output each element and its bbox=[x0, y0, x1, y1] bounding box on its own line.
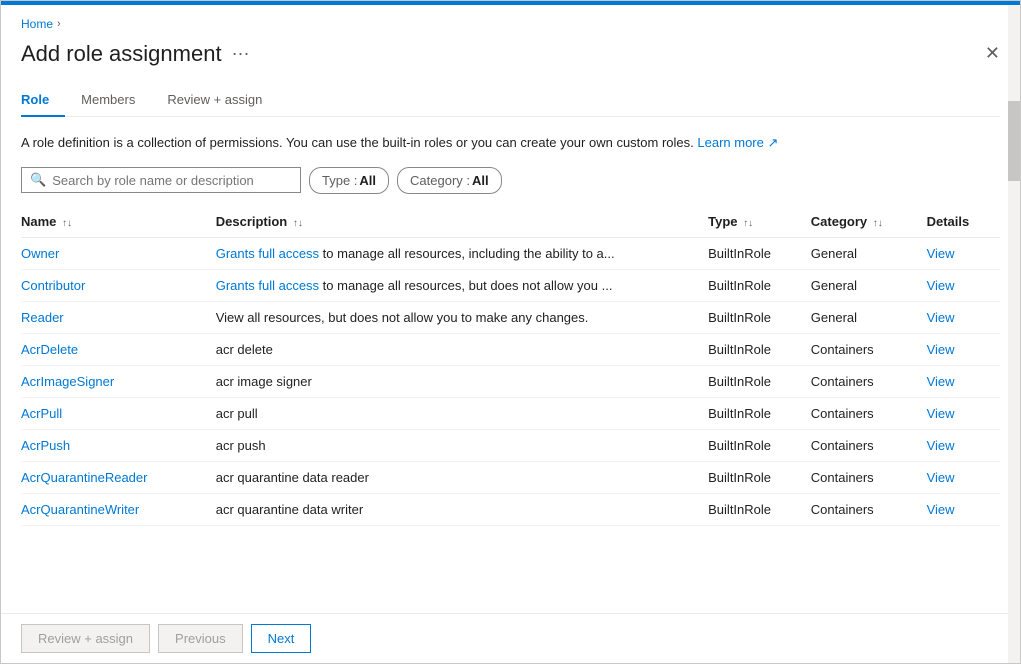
table-row: ReaderView all resources, but does not a… bbox=[21, 301, 1000, 333]
sort-cat-icon: ↑↓ bbox=[873, 218, 883, 229]
table-row: AcrImageSigneracr image signerBuiltInRol… bbox=[21, 365, 1000, 397]
tabs-container: Role Members Review + assign bbox=[21, 84, 1000, 117]
table-row: AcrPushacr pushBuiltInRoleContainersView bbox=[21, 429, 1000, 461]
filters-bar: 🔍 Type : All Category : All bbox=[21, 167, 1000, 194]
role-type: BuiltInRole bbox=[708, 397, 811, 429]
role-details[interactable]: View bbox=[927, 493, 1000, 525]
table-row: OwnerGrants full access to manage all re… bbox=[21, 237, 1000, 269]
role-description: Grants full access to manage all resourc… bbox=[216, 269, 708, 301]
table-row: AcrPullacr pullBuiltInRoleContainersView bbox=[21, 397, 1000, 429]
role-type: BuiltInRole bbox=[708, 237, 811, 269]
scrollbar-thumb[interactable] bbox=[1008, 101, 1020, 181]
col-header-type[interactable]: Type ↑↓ bbox=[708, 206, 811, 238]
role-category: General bbox=[811, 237, 927, 269]
role-description: acr quarantine data reader bbox=[216, 461, 708, 493]
role-name[interactable]: Contributor bbox=[21, 269, 216, 301]
vertical-scrollbar[interactable] bbox=[1008, 5, 1020, 663]
role-type: BuiltInRole bbox=[708, 365, 811, 397]
role-description: Grants full access to manage all resourc… bbox=[216, 237, 708, 269]
table-row: AcrQuarantineWriteracr quarantine data w… bbox=[21, 493, 1000, 525]
role-type: BuiltInRole bbox=[708, 333, 811, 365]
role-type: BuiltInRole bbox=[708, 461, 811, 493]
role-description: acr push bbox=[216, 429, 708, 461]
role-name[interactable]: AcrImageSigner bbox=[21, 365, 216, 397]
role-description: acr quarantine data writer bbox=[216, 493, 708, 525]
table-row: AcrQuarantineReaderacr quarantine data r… bbox=[21, 461, 1000, 493]
description-text: A role definition is a collection of per… bbox=[21, 133, 1000, 153]
role-description: acr pull bbox=[216, 397, 708, 429]
roles-table-container: Name ↑↓ Description ↑↓ Type ↑↓ Categor bbox=[21, 206, 1000, 614]
role-category: Containers bbox=[811, 493, 927, 525]
search-input[interactable] bbox=[52, 173, 292, 188]
previous-button[interactable]: Previous bbox=[158, 624, 243, 653]
role-details[interactable]: View bbox=[927, 269, 1000, 301]
footer: Review + assign Previous Next bbox=[1, 613, 1020, 663]
breadcrumb-home[interactable]: Home bbox=[21, 17, 53, 31]
sort-type-icon: ↑↓ bbox=[743, 218, 753, 229]
sort-name-icon: ↑↓ bbox=[62, 218, 72, 229]
role-details[interactable]: View bbox=[927, 237, 1000, 269]
table-header: Name ↑↓ Description ↑↓ Type ↑↓ Categor bbox=[21, 206, 1000, 238]
table-row: ContributorGrants full access to manage … bbox=[21, 269, 1000, 301]
role-name[interactable]: AcrPull bbox=[21, 397, 216, 429]
tab-members[interactable]: Members bbox=[65, 84, 151, 117]
role-details[interactable]: View bbox=[927, 429, 1000, 461]
role-category: General bbox=[811, 269, 927, 301]
role-name[interactable]: Owner bbox=[21, 237, 216, 269]
role-name[interactable]: AcrDelete bbox=[21, 333, 216, 365]
category-filter-button[interactable]: Category : All bbox=[397, 167, 502, 194]
role-description: acr image signer bbox=[216, 365, 708, 397]
more-options-icon[interactable]: ··· bbox=[232, 43, 250, 64]
role-name[interactable]: Reader bbox=[21, 301, 216, 333]
role-category: Containers bbox=[811, 365, 927, 397]
roles-table: Name ↑↓ Description ↑↓ Type ↑↓ Categor bbox=[21, 206, 1000, 526]
sort-desc-icon: ↑↓ bbox=[293, 218, 303, 229]
role-type: BuiltInRole bbox=[708, 301, 811, 333]
title-area: Add role assignment ··· bbox=[21, 41, 250, 67]
add-role-assignment-window: Home › Add role assignment ··· ✕ Role Me… bbox=[0, 0, 1021, 664]
type-filter-button[interactable]: Type : All bbox=[309, 167, 389, 194]
breadcrumb-chevron: › bbox=[57, 18, 61, 30]
col-header-description[interactable]: Description ↑↓ bbox=[216, 206, 708, 238]
role-category: Containers bbox=[811, 397, 927, 429]
tab-role[interactable]: Role bbox=[21, 84, 65, 117]
role-details[interactable]: View bbox=[927, 397, 1000, 429]
review-assign-button[interactable]: Review + assign bbox=[21, 624, 150, 653]
role-description: View all resources, but does not allow y… bbox=[216, 301, 708, 333]
role-name[interactable]: AcrQuarantineReader bbox=[21, 461, 216, 493]
main-content: A role definition is a collection of per… bbox=[1, 117, 1020, 613]
title-row: Add role assignment ··· ✕ bbox=[21, 39, 1000, 68]
table-row: AcrDeleteacr deleteBuiltInRoleContainers… bbox=[21, 333, 1000, 365]
next-button[interactable]: Next bbox=[251, 624, 312, 653]
table-body: OwnerGrants full access to manage all re… bbox=[21, 237, 1000, 525]
role-description: acr delete bbox=[216, 333, 708, 365]
role-details[interactable]: View bbox=[927, 301, 1000, 333]
col-header-category[interactable]: Category ↑↓ bbox=[811, 206, 927, 238]
role-category: Containers bbox=[811, 429, 927, 461]
page-title: Add role assignment bbox=[21, 41, 222, 67]
role-category: Containers bbox=[811, 461, 927, 493]
role-type: BuiltInRole bbox=[708, 269, 811, 301]
role-type: BuiltInRole bbox=[708, 493, 811, 525]
learn-more-link[interactable]: Learn more ↗ bbox=[697, 135, 778, 150]
col-header-details: Details bbox=[927, 206, 1000, 238]
role-category: General bbox=[811, 301, 927, 333]
search-icon: 🔍 bbox=[30, 172, 46, 188]
role-details[interactable]: View bbox=[927, 461, 1000, 493]
role-details[interactable]: View bbox=[927, 365, 1000, 397]
role-category: Containers bbox=[811, 333, 927, 365]
role-details[interactable]: View bbox=[927, 333, 1000, 365]
role-type: BuiltInRole bbox=[708, 429, 811, 461]
role-name[interactable]: AcrPush bbox=[21, 429, 216, 461]
breadcrumb: Home › bbox=[21, 17, 1000, 31]
role-name[interactable]: AcrQuarantineWriter bbox=[21, 493, 216, 525]
col-header-name[interactable]: Name ↑↓ bbox=[21, 206, 216, 238]
header: Home › Add role assignment ··· ✕ Role Me… bbox=[1, 5, 1020, 117]
search-box[interactable]: 🔍 bbox=[21, 167, 301, 193]
tab-review-assign[interactable]: Review + assign bbox=[151, 84, 278, 117]
close-button[interactable]: ✕ bbox=[977, 39, 1008, 68]
